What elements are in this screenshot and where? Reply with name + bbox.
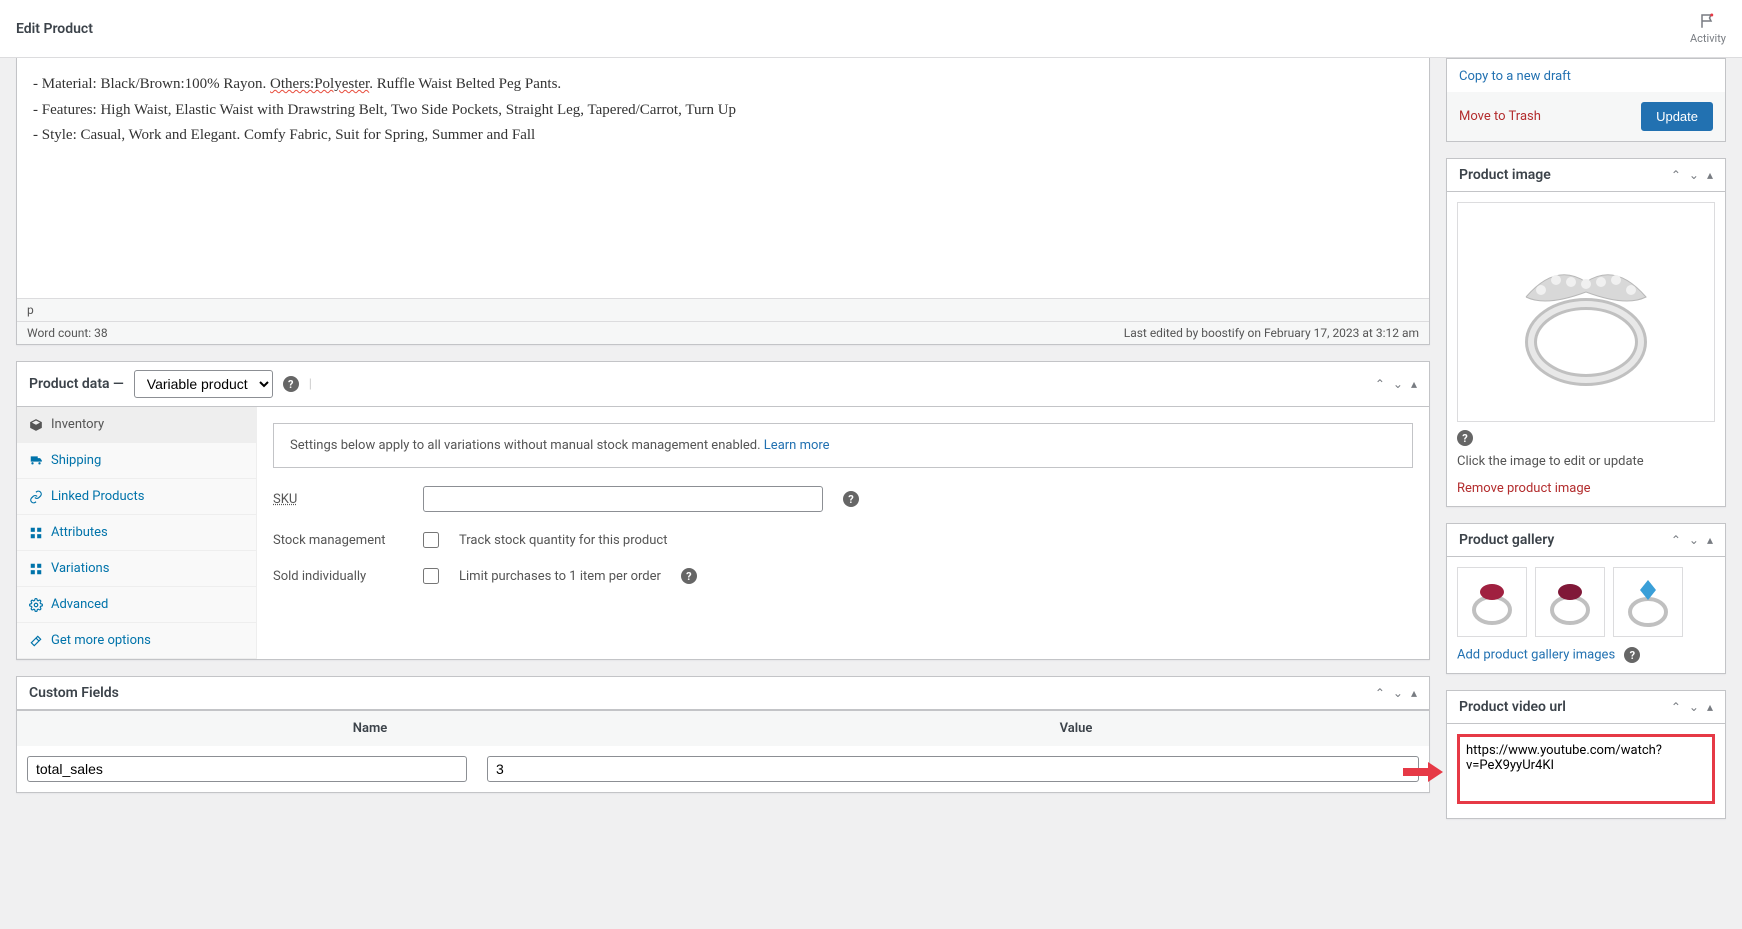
- editor-element-path: p: [17, 299, 1429, 322]
- panel-down-icon[interactable]: ⌄: [1689, 533, 1699, 547]
- stock-mgmt-label: Stock management: [273, 533, 403, 548]
- custom-fields-box: Custom Fields ⌃ ⌄ ▴ Name Value: [16, 676, 1430, 793]
- gallery-thumb[interactable]: [1535, 567, 1605, 637]
- product-image-preview[interactable]: [1457, 202, 1715, 422]
- cf-col-value: Value: [723, 711, 1429, 746]
- panel-down-icon[interactable]: ⌄: [1393, 377, 1403, 391]
- sku-input[interactable]: [423, 486, 823, 512]
- tab-variations[interactable]: Variations: [17, 551, 256, 587]
- link-icon: [29, 490, 43, 504]
- panel-down-icon[interactable]: ⌄: [1689, 700, 1699, 714]
- ring-image-icon: [1496, 232, 1676, 392]
- variations-icon: [29, 562, 43, 576]
- product-image-box: Product image ⌃ ⌄ ▴: [1446, 158, 1726, 507]
- annotation-arrow-icon: [1403, 762, 1443, 782]
- custom-fields-title: Custom Fields: [29, 685, 119, 701]
- remove-image-link[interactable]: Remove product image: [1457, 481, 1591, 496]
- content-editor-box: - Material: Black/Brown:100% Rayon. Othe…: [16, 58, 1430, 345]
- copy-draft-link[interactable]: Copy to a new draft: [1459, 69, 1713, 84]
- inventory-icon: [29, 418, 43, 432]
- track-stock-label: Track stock quantity for this product: [459, 533, 667, 548]
- panel-toggle-icon[interactable]: ▴: [1411, 377, 1417, 391]
- help-icon[interactable]: ?: [843, 491, 859, 507]
- flag-icon: [1699, 12, 1717, 30]
- cf-name-input[interactable]: [27, 756, 467, 782]
- panel-toggle-icon[interactable]: ▴: [1707, 533, 1713, 547]
- cf-value-input[interactable]: [487, 756, 1419, 782]
- variations-notice: Settings below apply to all variations w…: [273, 423, 1413, 468]
- image-edit-note: Click the image to edit or update: [1457, 454, 1715, 469]
- ring-thumb-icon: [1618, 572, 1678, 632]
- panel-up-icon[interactable]: ⌃: [1671, 168, 1681, 182]
- last-edited: Last edited by boostify on February 17, …: [1124, 326, 1419, 340]
- gallery-thumb[interactable]: [1457, 567, 1527, 637]
- product-video-box: Product video url ⌃ ⌄ ▴: [1446, 690, 1726, 819]
- track-stock-checkbox[interactable]: [423, 532, 439, 548]
- panel-toggle-icon[interactable]: ▴: [1707, 700, 1713, 714]
- sold-ind-cb-label: Limit purchases to 1 item per order: [459, 569, 661, 584]
- product-data-tabs: Inventory Shipping Linked Products Attri…: [17, 407, 257, 659]
- video-url-input[interactable]: [1457, 734, 1715, 804]
- sku-label: SKU: [273, 492, 403, 507]
- panel-toggle-icon[interactable]: ▴: [1707, 168, 1713, 182]
- move-to-trash-link[interactable]: Move to Trash: [1459, 109, 1541, 124]
- truck-icon: [29, 454, 43, 468]
- sold-ind-label: Sold individually: [273, 569, 403, 584]
- activity-label: Activity: [1690, 32, 1726, 45]
- gear-icon: [29, 598, 43, 612]
- sold-individually-checkbox[interactable]: [423, 568, 439, 584]
- product-data-title: Product data —: [29, 376, 124, 392]
- cf-col-name: Name: [17, 711, 723, 746]
- help-icon[interactable]: ?: [283, 376, 299, 392]
- tab-shipping[interactable]: Shipping: [17, 443, 256, 479]
- wand-icon: [29, 634, 43, 648]
- content-editor[interactable]: - Material: Black/Brown:100% Rayon. Othe…: [17, 58, 1429, 298]
- activity-button[interactable]: Activity: [1690, 12, 1726, 45]
- tab-advanced[interactable]: Advanced: [17, 587, 256, 623]
- tab-attributes[interactable]: Attributes: [17, 515, 256, 551]
- panel-up-icon[interactable]: ⌃: [1375, 686, 1385, 700]
- panel-toggle-icon[interactable]: ▴: [1411, 686, 1417, 700]
- help-icon[interactable]: ?: [681, 568, 697, 584]
- video-title: Product video url: [1459, 699, 1566, 715]
- panel-down-icon[interactable]: ⌄: [1689, 168, 1699, 182]
- help-icon[interactable]: ?: [1624, 647, 1640, 663]
- panel-up-icon[interactable]: ⌃: [1671, 533, 1681, 547]
- panel-down-icon[interactable]: ⌄: [1393, 686, 1403, 700]
- gallery-thumb[interactable]: [1613, 567, 1683, 637]
- update-button[interactable]: Update: [1641, 102, 1713, 131]
- tab-inventory[interactable]: Inventory: [17, 407, 256, 443]
- gallery-title: Product gallery: [1459, 532, 1554, 548]
- help-icon[interactable]: ?: [1457, 430, 1473, 446]
- product-type-select[interactable]: Variable product: [134, 370, 273, 398]
- publish-box: Copy to a new draft Move to Trash Update: [1446, 58, 1726, 142]
- ring-thumb-icon: [1540, 572, 1600, 632]
- top-bar: Edit Product Activity: [0, 0, 1742, 58]
- panel-up-icon[interactable]: ⌃: [1671, 700, 1681, 714]
- product-gallery-box: Product gallery ⌃ ⌄ ▴ Add pro: [1446, 523, 1726, 674]
- ring-thumb-icon: [1462, 572, 1522, 632]
- tab-linked-products[interactable]: Linked Products: [17, 479, 256, 515]
- product-data-box: Product data — Variable product ? | ⌃ ⌄ …: [16, 361, 1430, 660]
- add-gallery-link[interactable]: Add product gallery images: [1457, 648, 1615, 663]
- custom-field-row: [17, 746, 1429, 792]
- inventory-panel: Settings below apply to all variations w…: [257, 407, 1429, 659]
- grid-icon: [29, 526, 43, 540]
- page-title: Edit Product: [16, 21, 93, 37]
- product-image-title: Product image: [1459, 167, 1551, 183]
- panel-up-icon[interactable]: ⌃: [1375, 377, 1385, 391]
- learn-more-link[interactable]: Learn more: [764, 438, 830, 453]
- tab-get-more[interactable]: Get more options: [17, 623, 256, 659]
- word-count: Word count: 38: [27, 326, 108, 340]
